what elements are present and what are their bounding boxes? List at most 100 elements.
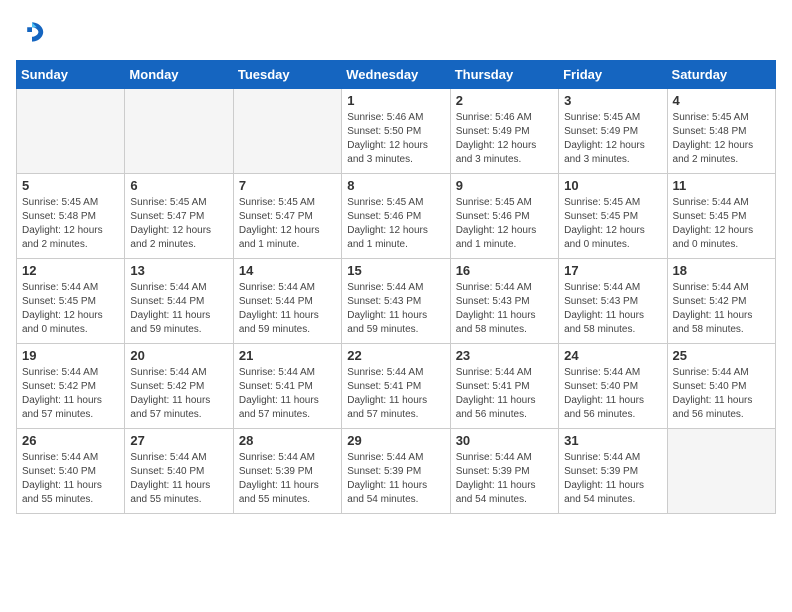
day-number: 15	[347, 263, 444, 278]
day-info: Sunrise: 5:45 AM Sunset: 5:45 PM Dayligh…	[564, 196, 661, 252]
day-number: 26	[22, 433, 119, 448]
day-info: Sunrise: 5:44 AM Sunset: 5:40 PM Dayligh…	[130, 451, 227, 507]
calendar: SundayMondayTuesdayWednesdayThursdayFrid…	[16, 60, 776, 514]
weekday-header: Tuesday	[233, 61, 341, 89]
day-info: Sunrise: 5:44 AM Sunset: 5:39 PM Dayligh…	[239, 451, 336, 507]
day-info: Sunrise: 5:44 AM Sunset: 5:39 PM Dayligh…	[347, 451, 444, 507]
day-number: 18	[673, 263, 770, 278]
calendar-day: 20Sunrise: 5:44 AM Sunset: 5:42 PM Dayli…	[125, 344, 233, 429]
day-number: 30	[456, 433, 553, 448]
calendar-day: 11 Sunrise: 5:44 AM Sunset: 5:45 PM Dayli…	[667, 174, 775, 259]
day-number: 10	[564, 178, 661, 193]
day-number: 13	[130, 263, 227, 278]
day-info: Sunrise: 5:45 AM Sunset: 5:48 PM Dayligh…	[673, 111, 770, 167]
day-info: Sunrise: 5:44 AM Sunset: 5:41 PM Dayligh…	[456, 366, 553, 422]
day-info: Sunrise: 5:45 AM Sunset: 5:46 PM Dayligh…	[347, 196, 444, 252]
calendar-day	[667, 429, 775, 514]
day-info: Sunrise: 5:45 AM Sunset: 5:47 PM Dayligh…	[130, 196, 227, 252]
day-number: 25	[673, 348, 770, 363]
calendar-day: 4 Sunrise: 5:45 AM Sunset: 5:48 PM Daylig…	[667, 89, 775, 174]
calendar-week: 19 Sunrise: 5:44 AM Sunset: 5:42 PM Dayli…	[17, 344, 776, 429]
day-info: Sunrise: 5:44 AM Sunset: 5:41 PM Dayligh…	[239, 366, 336, 422]
day-info: Sunrise: 5:44 AM Sunset: 5:39 PM Dayligh…	[456, 451, 553, 507]
calendar-day: 3Sunrise: 5:45 AM Sunset: 5:49 PM Daylig…	[559, 89, 667, 174]
weekday-header: Friday	[559, 61, 667, 89]
day-number: 4	[673, 93, 770, 108]
day-info: Sunrise: 5:44 AM Sunset: 5:40 PM Dayligh…	[564, 366, 661, 422]
day-number: 22	[347, 348, 444, 363]
calendar-day: 7Sunrise: 5:45 AM Sunset: 5:47 PM Daylig…	[233, 174, 341, 259]
day-number: 19	[22, 348, 119, 363]
day-number: 21	[239, 348, 336, 363]
calendar-day: 29Sunrise: 5:44 AM Sunset: 5:39 PM Dayli…	[342, 429, 450, 514]
calendar-day: 9 Sunrise: 5:45 AM Sunset: 5:46 PM Daylig…	[450, 174, 558, 259]
calendar-day: 13 Sunrise: 5:44 AM Sunset: 5:44 PM Dayli…	[125, 259, 233, 344]
day-number: 28	[239, 433, 336, 448]
day-info: Sunrise: 5:45 AM Sunset: 5:48 PM Dayligh…	[22, 196, 119, 252]
logo-icon	[16, 16, 48, 48]
day-info: Sunrise: 5:44 AM Sunset: 5:44 PM Dayligh…	[239, 281, 336, 337]
day-number: 31	[564, 433, 661, 448]
calendar-day: 22 Sunrise: 5:44 AM Sunset: 5:41 PM Dayli…	[342, 344, 450, 429]
day-info: Sunrise: 5:44 AM Sunset: 5:43 PM Dayligh…	[564, 281, 661, 337]
calendar-day: 16Sunrise: 5:44 AM Sunset: 5:43 PM Dayli…	[450, 259, 558, 344]
calendar-day: 28 Sunrise: 5:44 AM Sunset: 5:39 PM Dayli…	[233, 429, 341, 514]
day-number: 23	[456, 348, 553, 363]
calendar-day	[233, 89, 341, 174]
day-info: Sunrise: 5:44 AM Sunset: 5:42 PM Dayligh…	[22, 366, 119, 422]
calendar-day: 18 Sunrise: 5:44 AM Sunset: 5:42 PM Dayli…	[667, 259, 775, 344]
calendar-day: 10 Sunrise: 5:45 AM Sunset: 5:45 PM Dayli…	[559, 174, 667, 259]
weekday-header: Monday	[125, 61, 233, 89]
calendar-week: 5 Sunrise: 5:45 AM Sunset: 5:48 PM Daylig…	[17, 174, 776, 259]
day-info: Sunrise: 5:44 AM Sunset: 5:45 PM Dayligh…	[22, 281, 119, 337]
calendar-day: 21 Sunrise: 5:44 AM Sunset: 5:41 PM Dayli…	[233, 344, 341, 429]
day-info: Sunrise: 5:46 AM Sunset: 5:50 PM Dayligh…	[347, 111, 444, 167]
calendar-day: 5 Sunrise: 5:45 AM Sunset: 5:48 PM Daylig…	[17, 174, 125, 259]
day-info: Sunrise: 5:46 AM Sunset: 5:49 PM Dayligh…	[456, 111, 553, 167]
calendar-day: 17 Sunrise: 5:44 AM Sunset: 5:43 PM Dayli…	[559, 259, 667, 344]
calendar-day: 12 Sunrise: 5:44 AM Sunset: 5:45 PM Dayli…	[17, 259, 125, 344]
calendar-day: 6Sunrise: 5:45 AM Sunset: 5:47 PM Daylig…	[125, 174, 233, 259]
calendar-day: 30 Sunrise: 5:44 AM Sunset: 5:39 PM Dayli…	[450, 429, 558, 514]
calendar-day: 2Sunrise: 5:46 AM Sunset: 5:49 PM Daylig…	[450, 89, 558, 174]
calendar-body: 1 Sunrise: 5:46 AM Sunset: 5:50 PM Daylig…	[17, 89, 776, 514]
day-info: Sunrise: 5:44 AM Sunset: 5:43 PM Dayligh…	[347, 281, 444, 337]
calendar-day: 1 Sunrise: 5:46 AM Sunset: 5:50 PM Daylig…	[342, 89, 450, 174]
day-number: 24	[564, 348, 661, 363]
page-header	[16, 16, 776, 48]
calendar-day: 14Sunrise: 5:44 AM Sunset: 5:44 PM Dayli…	[233, 259, 341, 344]
day-number: 17	[564, 263, 661, 278]
calendar-day: 25Sunrise: 5:44 AM Sunset: 5:40 PM Dayli…	[667, 344, 775, 429]
calendar-day: 8 Sunrise: 5:45 AM Sunset: 5:46 PM Daylig…	[342, 174, 450, 259]
day-number: 12	[22, 263, 119, 278]
day-info: Sunrise: 5:45 AM Sunset: 5:46 PM Dayligh…	[456, 196, 553, 252]
day-number: 8	[347, 178, 444, 193]
day-number: 11	[673, 178, 770, 193]
day-info: Sunrise: 5:44 AM Sunset: 5:42 PM Dayligh…	[130, 366, 227, 422]
day-info: Sunrise: 5:44 AM Sunset: 5:42 PM Dayligh…	[673, 281, 770, 337]
day-number: 9	[456, 178, 553, 193]
calendar-week: 12 Sunrise: 5:44 AM Sunset: 5:45 PM Dayli…	[17, 259, 776, 344]
day-info: Sunrise: 5:44 AM Sunset: 5:41 PM Dayligh…	[347, 366, 444, 422]
day-number: 7	[239, 178, 336, 193]
day-number: 1	[347, 93, 444, 108]
calendar-day: 15 Sunrise: 5:44 AM Sunset: 5:43 PM Dayli…	[342, 259, 450, 344]
calendar-day	[17, 89, 125, 174]
day-info: Sunrise: 5:44 AM Sunset: 5:40 PM Dayligh…	[22, 451, 119, 507]
calendar-day: 24 Sunrise: 5:44 AM Sunset: 5:40 PM Dayli…	[559, 344, 667, 429]
day-number: 27	[130, 433, 227, 448]
calendar-day: 19 Sunrise: 5:44 AM Sunset: 5:42 PM Dayli…	[17, 344, 125, 429]
weekday-header: Thursday	[450, 61, 558, 89]
logo	[16, 16, 52, 48]
day-info: Sunrise: 5:44 AM Sunset: 5:45 PM Dayligh…	[673, 196, 770, 252]
weekday-header: Saturday	[667, 61, 775, 89]
day-info: Sunrise: 5:44 AM Sunset: 5:39 PM Dayligh…	[564, 451, 661, 507]
day-number: 3	[564, 93, 661, 108]
day-number: 16	[456, 263, 553, 278]
calendar-day: 31 Sunrise: 5:44 AM Sunset: 5:39 PM Dayli…	[559, 429, 667, 514]
day-info: Sunrise: 5:44 AM Sunset: 5:44 PM Dayligh…	[130, 281, 227, 337]
calendar-header: SundayMondayTuesdayWednesdayThursdayFrid…	[17, 61, 776, 89]
day-number: 5	[22, 178, 119, 193]
calendar-week: 26 Sunrise: 5:44 AM Sunset: 5:40 PM Dayli…	[17, 429, 776, 514]
weekday-header: Sunday	[17, 61, 125, 89]
